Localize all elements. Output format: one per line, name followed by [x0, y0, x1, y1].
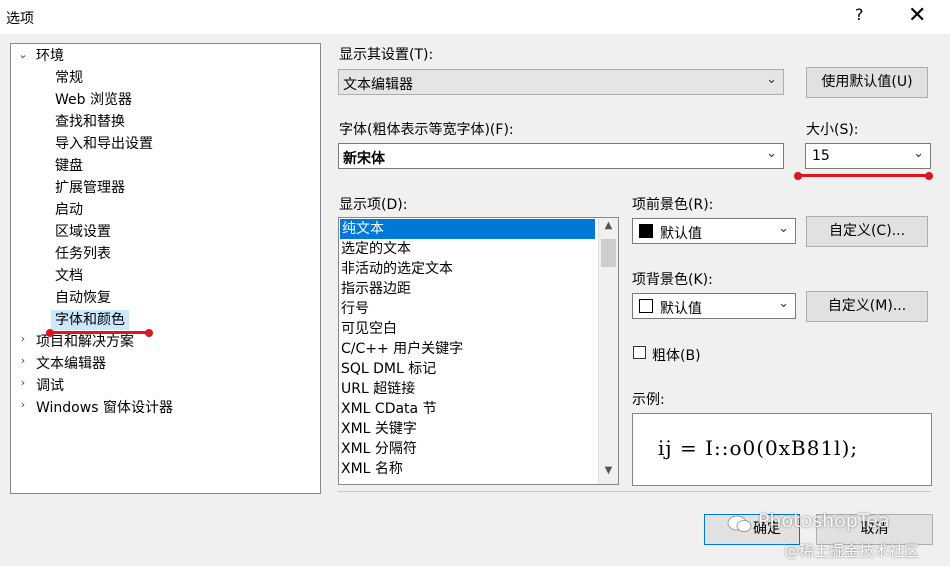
chevron-down-icon: ⌄	[766, 72, 777, 87]
tree-node-environment[interactable]: 环境	[36, 46, 64, 66]
size-select[interactable]: 15 ⌄	[805, 143, 931, 169]
background-label: 项背景色(K):	[632, 272, 713, 288]
scroll-up-icon[interactable]: ▲	[599, 220, 618, 237]
chevron-right-icon[interactable]: ›	[18, 354, 28, 367]
tree-node-find-replace[interactable]: 查找和替换	[55, 112, 125, 132]
use-defaults-button[interactable]: 使用默认值(U)	[806, 67, 928, 98]
bold-checkbox-label[interactable]: 粗体(B)	[652, 345, 701, 365]
chevron-down-icon: ⌄	[778, 221, 789, 236]
font-label: 字体(粗体表示等宽字体)(F):	[339, 122, 514, 138]
annotation-dot	[794, 172, 802, 180]
help-button[interactable]: ?	[855, 5, 864, 24]
tree-node-text-editor[interactable]: 文本编辑器	[36, 354, 106, 374]
list-item[interactable]: 选定的文本	[341, 239, 411, 259]
scroll-thumb[interactable]	[601, 239, 616, 267]
tree-node-startup[interactable]: 启动	[55, 200, 83, 220]
list-item[interactable]: 可见空白	[341, 319, 397, 339]
tree-node-fonts-colors[interactable]: 字体和颜色	[51, 310, 129, 330]
list-item[interactable]: 指示器边距	[341, 279, 411, 299]
chevron-down-icon: ⌄	[913, 146, 924, 161]
tree-node-debugging[interactable]: 调试	[36, 376, 64, 396]
font-select[interactable]: 新宋体 ⌄	[338, 143, 784, 169]
annotation-dot	[145, 329, 153, 337]
show-settings-value: 文本编辑器	[343, 77, 413, 93]
list-item[interactable]: XML CData 节	[341, 399, 437, 419]
watermark-name: PhotoshopTea	[758, 510, 890, 532]
sample-text: ij = I::o0(0xB81l);	[658, 436, 859, 460]
list-item[interactable]: XML 关键字	[341, 419, 417, 439]
tree-node-extension-manager[interactable]: 扩展管理器	[55, 178, 125, 198]
annotation-dot	[925, 172, 933, 180]
chevron-down-icon: ⌄	[766, 146, 777, 161]
list-item[interactable]: XML 名称	[341, 459, 403, 479]
tree-node-autorecover[interactable]: 自动恢复	[55, 288, 111, 308]
foreground-select[interactable]: 默认值 ⌄	[632, 218, 796, 244]
sample-preview: ij = I::o0(0xB81l);	[632, 413, 932, 486]
options-tree[interactable]: ⌄ 环境 常规 Web 浏览器 查找和替换 导入和导出设置 键盘 扩展管理器 启…	[10, 43, 321, 494]
watermark-site: @稀土掘金技术社区	[784, 542, 920, 560]
chevron-down-icon[interactable]: ⌄	[18, 48, 28, 61]
chevron-right-icon[interactable]: ›	[18, 332, 28, 345]
list-item[interactable]: 非活动的选定文本	[341, 259, 453, 279]
list-item[interactable]: 行号	[341, 299, 369, 319]
show-settings-select[interactable]: 文本编辑器 ⌄	[338, 69, 784, 95]
bold-checkbox[interactable]	[633, 346, 646, 359]
size-label: 大小(S):	[806, 122, 859, 138]
foreground-label: 项前景色(R):	[632, 197, 714, 213]
color-swatch	[639, 224, 653, 238]
list-item[interactable]: 纯文本	[340, 219, 595, 239]
divider	[338, 491, 931, 492]
window-title: 选项	[6, 11, 34, 27]
tree-node-winforms-designer[interactable]: Windows 窗体设计器	[36, 398, 173, 418]
title-bar: 选项 ? ✕	[0, 0, 950, 34]
size-value: 15	[812, 148, 830, 164]
close-button[interactable]: ✕	[908, 3, 926, 28]
tree-node-documents[interactable]: 文档	[55, 266, 83, 286]
annotation-underline	[50, 331, 150, 334]
list-item[interactable]: SQL DML 标记	[341, 359, 436, 379]
background-value: 默认值	[660, 301, 702, 317]
display-items-label: 显示项(D):	[339, 197, 408, 213]
color-swatch	[639, 299, 653, 313]
tree-node-import-export[interactable]: 导入和导出设置	[55, 134, 153, 154]
show-settings-label: 显示其设置(T):	[339, 47, 434, 63]
annotation-underline	[797, 174, 931, 177]
custom-foreground-button[interactable]: 自定义(C)...	[806, 216, 928, 247]
scroll-down-icon[interactable]: ▼	[599, 465, 618, 482]
list-item[interactable]: XML 分隔符	[341, 439, 417, 459]
sample-label: 示例:	[632, 392, 665, 408]
chevron-down-icon: ⌄	[778, 296, 789, 311]
tree-node-keyboard[interactable]: 键盘	[55, 156, 83, 176]
font-value: 新宋体	[343, 151, 385, 167]
list-item[interactable]: C/C++ 用户关键字	[341, 339, 463, 359]
tree-node-web-browser[interactable]: Web 浏览器	[55, 90, 132, 110]
tree-node-regional-settings[interactable]: 区域设置	[55, 222, 111, 242]
background-select[interactable]: 默认值 ⌄	[632, 293, 796, 319]
tree-node-general[interactable]: 常规	[55, 68, 83, 88]
chevron-right-icon[interactable]: ›	[18, 376, 28, 389]
wechat-logo-icon	[727, 514, 753, 534]
display-items-list[interactable]: 纯文本 选定的文本 非活动的选定文本 指示器边距 行号 可见空白 C/C++ 用…	[338, 217, 619, 485]
tree-node-task-list[interactable]: 任务列表	[55, 244, 111, 264]
foreground-value: 默认值	[660, 226, 702, 242]
chevron-right-icon[interactable]: ›	[18, 398, 28, 411]
custom-background-button[interactable]: 自定义(M)...	[806, 291, 928, 322]
list-item[interactable]: URL 超链接	[341, 379, 415, 399]
list-scrollbar[interactable]: ▲ ▼	[598, 218, 618, 484]
annotation-dot	[46, 329, 54, 337]
